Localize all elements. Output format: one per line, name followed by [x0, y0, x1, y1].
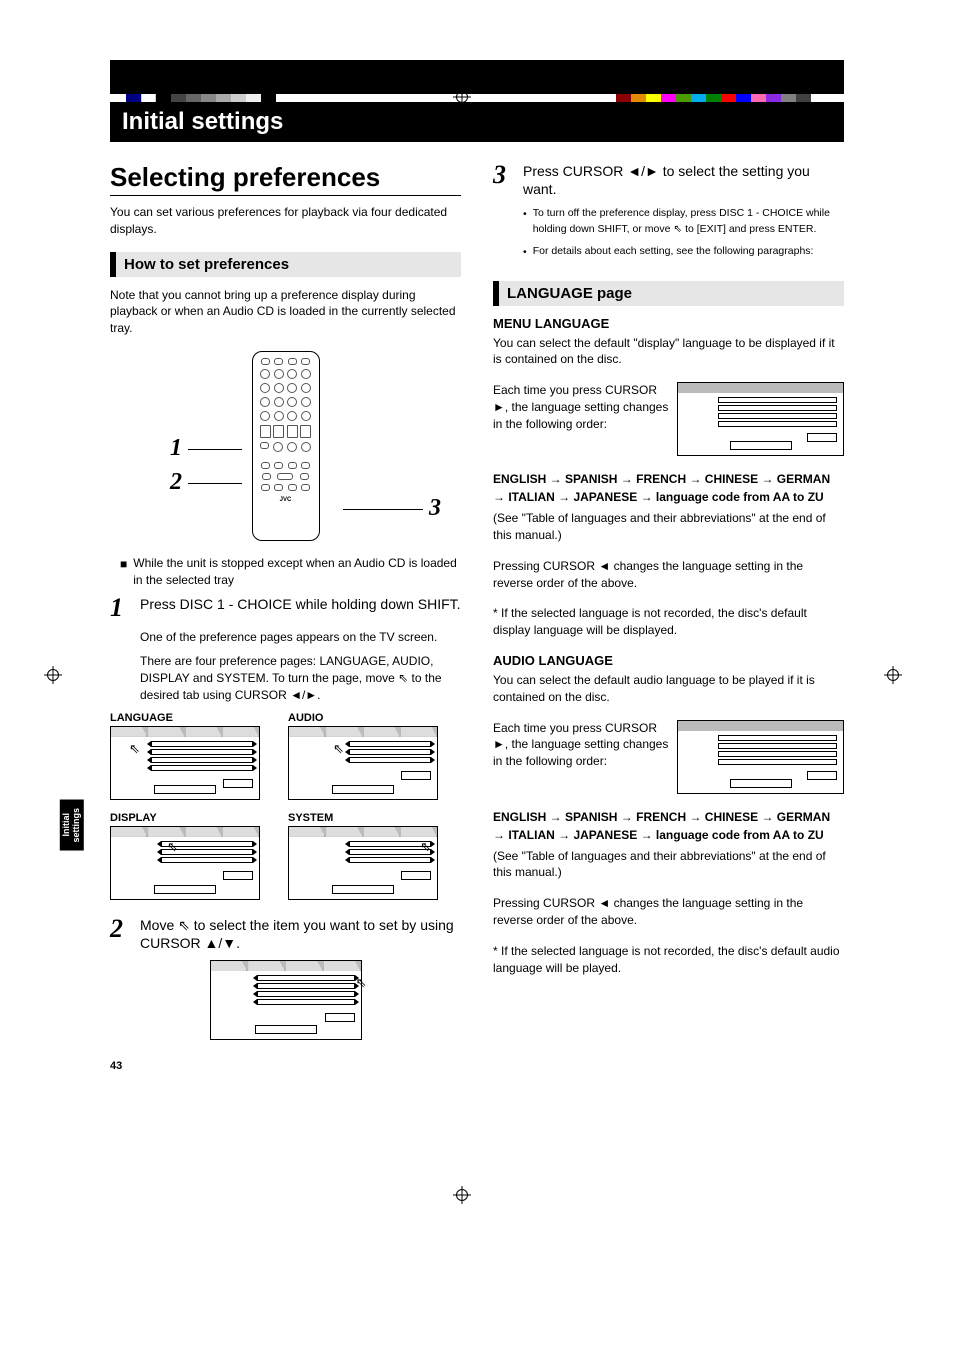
howto-heading: How to set preferences: [110, 252, 461, 277]
audio-see-table: (See "Table of languages and their abbre…: [493, 848, 844, 882]
square-bullet-icon: ■: [120, 556, 127, 589]
step3-number: 3: [493, 162, 513, 188]
remote-brand: JVC: [259, 497, 313, 503]
audio-reverse: Pressing CURSOR ◄ changes the language s…: [493, 895, 844, 929]
bullet-dot-icon: •: [523, 207, 527, 238]
menu-sequence: ENGLISH → SPANISH → FRENCH → CHINESE → G…: [493, 470, 844, 506]
pref-label-audio: AUDIO: [288, 712, 438, 724]
menu-see-table: (See "Table of languages and their abbre…: [493, 510, 844, 544]
bullet-dot-icon: •: [523, 245, 527, 261]
pref-label-language: LANGUAGE: [110, 712, 260, 724]
pref-diagram-audio: ⇖: [288, 726, 438, 800]
pref-diagram-language: ⇖: [110, 726, 260, 800]
left-column: Selecting preferences You can set variou…: [110, 162, 461, 1040]
menu-language-diagram: [677, 382, 844, 456]
step2-text: Move ⇖ to select the item you want to se…: [140, 916, 461, 952]
pointer-icon: ⇖: [673, 223, 682, 235]
header-bar: [110, 60, 844, 94]
step1-number: 1: [110, 595, 130, 621]
registration-mark-bottom: [453, 1186, 471, 1204]
step1-text: Press DISC 1 - CHOICE while holding down…: [140, 595, 461, 613]
pointer-icon: ⇖: [398, 671, 408, 685]
remote-label-3: 3: [429, 495, 441, 522]
step2-diagram: ⇖: [210, 960, 362, 1040]
condition-text: While the unit is stopped except when an…: [133, 555, 461, 589]
step3-text: Press CURSOR ◄/► to select the setting y…: [523, 162, 844, 198]
language-page-heading: LANGUAGE page: [493, 281, 844, 306]
right-column: 3 Press CURSOR ◄/► to select the setting…: [493, 162, 844, 1040]
page: Initial settings Selecting preferences Y…: [0, 0, 954, 1112]
page-number: 43: [110, 1060, 844, 1072]
section-intro: You can set various preferences for play…: [110, 204, 461, 238]
step2-number: 2: [110, 916, 130, 942]
howto-note: Note that you cannot bring up a preferen…: [110, 287, 461, 337]
audio-language-desc: You can select the default audio languag…: [493, 672, 844, 706]
pref-label-display: DISPLAY: [110, 812, 260, 824]
audio-language-diagram: [677, 720, 844, 794]
menu-language-desc: You can select the default "display" lan…: [493, 335, 844, 369]
pref-label-system: SYSTEM: [288, 812, 438, 824]
remote-label-1: 1: [170, 435, 182, 462]
step3-bullet2: For details about each setting, see the …: [533, 244, 814, 261]
pref-diagram-system: ⇖: [288, 826, 438, 900]
step1-sub2: There are four preference pages: LANGUAG…: [140, 653, 461, 703]
audio-language-title: AUDIO LANGUAGE: [493, 653, 844, 668]
audio-asterisk: * If the selected language is not record…: [493, 943, 844, 977]
pref-page-grid: LANGUAGE ⇖ AUDIO: [110, 712, 461, 900]
step1-sub1: One of the preference pages appears on t…: [140, 629, 461, 646]
remote-label-2: 2: [170, 469, 182, 496]
step3-bullet1: To turn off the preference display, pres…: [533, 206, 844, 238]
pointer-icon: ⇖: [178, 917, 190, 933]
menu-language-title: MENU LANGUAGE: [493, 316, 844, 331]
section-title: Selecting preferences: [110, 162, 461, 196]
pref-diagram-display: ⇖: [110, 826, 260, 900]
audio-sequence: ENGLISH → SPANISH → FRENCH → CHINESE → G…: [493, 808, 844, 844]
menu-reverse: Pressing CURSOR ◄ changes the language s…: [493, 558, 844, 592]
header-title: Initial settings: [110, 102, 844, 142]
remote-diagram: 1 2 3 JVC: [110, 351, 461, 541]
menu-asterisk: * If the selected language is not record…: [493, 605, 844, 639]
